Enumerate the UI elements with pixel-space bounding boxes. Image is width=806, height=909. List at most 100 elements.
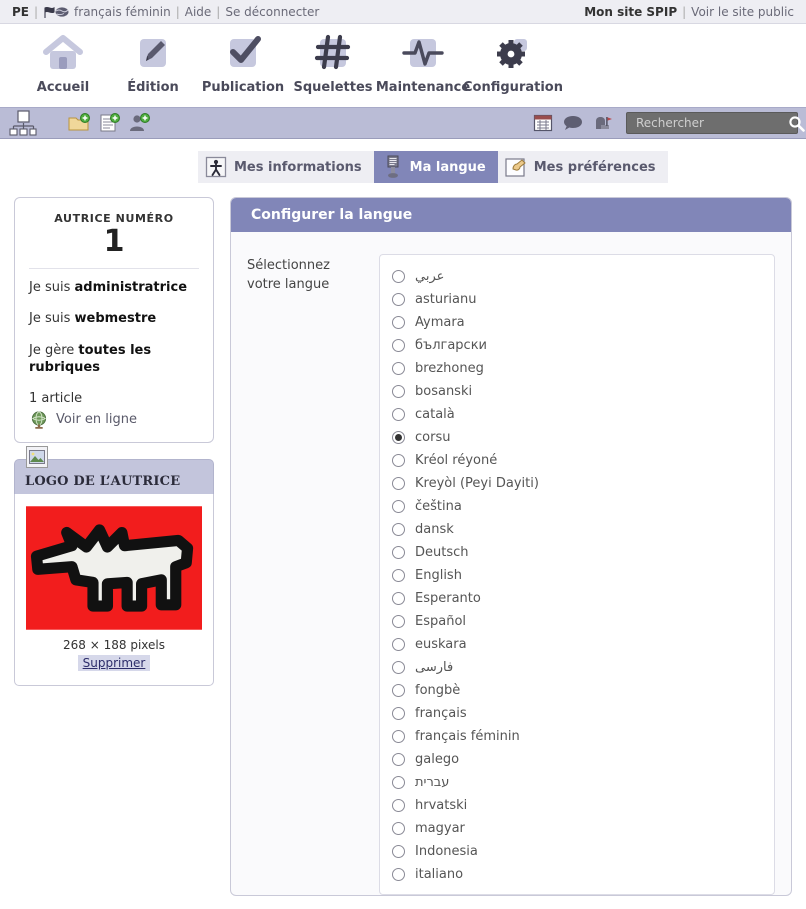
nav-item-edition[interactable]: Édition bbox=[108, 30, 198, 95]
logout-link[interactable]: Se déconnecter bbox=[225, 5, 319, 19]
language-radio-group[interactable]: عربي asturianu Aymara български brezhoneg bos… bbox=[379, 254, 775, 895]
author-role2-line: Je suis webmestre bbox=[29, 310, 199, 328]
language-option[interactable]: فارسی bbox=[392, 656, 774, 679]
nav-item-accueil[interactable]: Accueil bbox=[18, 30, 108, 95]
checkmark-icon bbox=[220, 30, 266, 76]
language-option[interactable]: galego bbox=[392, 748, 774, 771]
person-icon bbox=[204, 155, 228, 179]
calendar-icon[interactable] bbox=[532, 112, 554, 134]
radio-button[interactable] bbox=[392, 822, 405, 835]
language-option[interactable]: français féminin bbox=[392, 725, 774, 748]
language-option[interactable]: Español bbox=[392, 610, 774, 633]
language-label: euskara bbox=[415, 637, 467, 652]
radio-button[interactable] bbox=[392, 753, 405, 766]
forum-bubble-icon[interactable] bbox=[562, 112, 584, 134]
language-option[interactable]: dansk bbox=[392, 518, 774, 541]
radio-button[interactable] bbox=[392, 408, 405, 421]
view-online-link[interactable]: Voir en ligne bbox=[29, 410, 199, 430]
radio-button[interactable] bbox=[392, 638, 405, 651]
language-option[interactable]: magyar bbox=[392, 817, 774, 840]
radio-button[interactable] bbox=[392, 500, 405, 513]
language-option[interactable]: euskara bbox=[392, 633, 774, 656]
language-option[interactable]: عربي bbox=[392, 265, 774, 288]
page-body: AUTRICE NUMÉRO 1 Je suis administratrice… bbox=[0, 183, 806, 896]
language-option[interactable]: Deutsch bbox=[392, 541, 774, 564]
language-option[interactable]: Kréol réyoné bbox=[392, 449, 774, 472]
radio-button[interactable] bbox=[392, 799, 405, 812]
new-author-icon[interactable] bbox=[128, 112, 150, 134]
radio-button[interactable] bbox=[392, 454, 405, 467]
radio-button[interactable] bbox=[392, 615, 405, 628]
radio-button[interactable] bbox=[392, 270, 405, 283]
language-option[interactable]: עברית bbox=[392, 771, 774, 794]
nav-label: Squelettes bbox=[293, 80, 373, 95]
language-option[interactable]: български bbox=[392, 334, 774, 357]
radio-button[interactable] bbox=[392, 477, 405, 490]
language-option[interactable]: Indonesia bbox=[392, 840, 774, 863]
mailbox-icon[interactable] bbox=[592, 112, 614, 134]
radio-button[interactable] bbox=[392, 569, 405, 582]
home-icon bbox=[40, 30, 86, 76]
hand-note-icon bbox=[504, 155, 528, 179]
tab-mes-preferences[interactable]: Mes préférences bbox=[497, 151, 668, 183]
radio-button[interactable] bbox=[392, 523, 405, 536]
tab-mes-informations[interactable]: Mes informations bbox=[198, 151, 374, 183]
radio-button[interactable] bbox=[392, 362, 405, 375]
radio-button[interactable] bbox=[392, 385, 405, 398]
language-label: Aymara bbox=[415, 315, 465, 330]
radio-button[interactable] bbox=[392, 776, 405, 789]
new-rubrique-icon[interactable] bbox=[68, 112, 90, 134]
language-option[interactable]: brezhoneg bbox=[392, 357, 774, 380]
language-option[interactable]: hrvatski bbox=[392, 794, 774, 817]
language-option[interactable]: bosanski bbox=[392, 380, 774, 403]
radio-button[interactable] bbox=[392, 730, 405, 743]
radio-button[interactable] bbox=[392, 707, 405, 720]
language-option[interactable]: čeština bbox=[392, 495, 774, 518]
site-name: Mon site SPIP bbox=[584, 4, 678, 19]
language-label: Esperanto bbox=[415, 591, 481, 606]
nav-item-configuration[interactable]: Configuration bbox=[463, 30, 563, 95]
delete-logo-link[interactable]: Supprimer bbox=[77, 654, 151, 671]
tab-ma-langue[interactable]: Ma langue bbox=[373, 151, 498, 183]
site-tree-icon[interactable] bbox=[8, 110, 38, 136]
radio-button[interactable] bbox=[392, 868, 405, 881]
search-box[interactable] bbox=[626, 112, 805, 134]
language-option[interactable]: Esperanto bbox=[392, 587, 774, 610]
language-link[interactable]: français féminin bbox=[74, 5, 171, 19]
radio-button[interactable] bbox=[392, 546, 405, 559]
tab-label: Ma langue bbox=[409, 159, 486, 175]
radio-button[interactable] bbox=[392, 316, 405, 329]
language-label: asturianu bbox=[415, 292, 477, 307]
language-option[interactable]: asturianu bbox=[392, 288, 774, 311]
nav-label: Maintenance bbox=[375, 80, 471, 95]
sidebar: AUTRICE NUMÉRO 1 Je suis administratrice… bbox=[14, 197, 214, 896]
logo-box-body: 268 × 188 pixels Supprimer bbox=[14, 493, 214, 686]
image-badge-icon[interactable] bbox=[26, 445, 48, 468]
view-public-site-link[interactable]: Voir le site public bbox=[691, 5, 794, 19]
language-option[interactable]: fongbè bbox=[392, 679, 774, 702]
language-label: Español bbox=[415, 614, 467, 629]
language-option[interactable]: italiano bbox=[392, 863, 774, 886]
globe-icon bbox=[29, 410, 49, 430]
language-option[interactable]: English bbox=[392, 564, 774, 587]
radio-button[interactable] bbox=[392, 845, 405, 858]
radio-button[interactable] bbox=[392, 431, 405, 444]
radio-button[interactable] bbox=[392, 661, 405, 674]
radio-button[interactable] bbox=[392, 339, 405, 352]
language-option[interactable]: Kreyòl (Peyi Dayiti) bbox=[392, 472, 774, 495]
language-option[interactable]: français bbox=[392, 702, 774, 725]
panel-body: Sélectionnez votre langue عربي asturianu A… bbox=[231, 232, 791, 895]
help-link[interactable]: Aide bbox=[185, 5, 212, 19]
new-article-icon[interactable] bbox=[98, 112, 120, 134]
language-option[interactable]: Aymara bbox=[392, 311, 774, 334]
radio-button[interactable] bbox=[392, 592, 405, 605]
language-option[interactable]: corsu bbox=[392, 426, 774, 449]
radio-button[interactable] bbox=[392, 293, 405, 306]
search-input[interactable] bbox=[634, 115, 788, 131]
nav-item-squelettes[interactable]: Squelettes bbox=[288, 30, 378, 95]
language-option[interactable]: català bbox=[392, 403, 774, 426]
nav-item-maintenance[interactable]: Maintenance bbox=[375, 30, 471, 95]
nav-item-publication[interactable]: Publication bbox=[198, 30, 288, 95]
radio-button[interactable] bbox=[392, 684, 405, 697]
magnifier-icon[interactable] bbox=[788, 115, 805, 132]
